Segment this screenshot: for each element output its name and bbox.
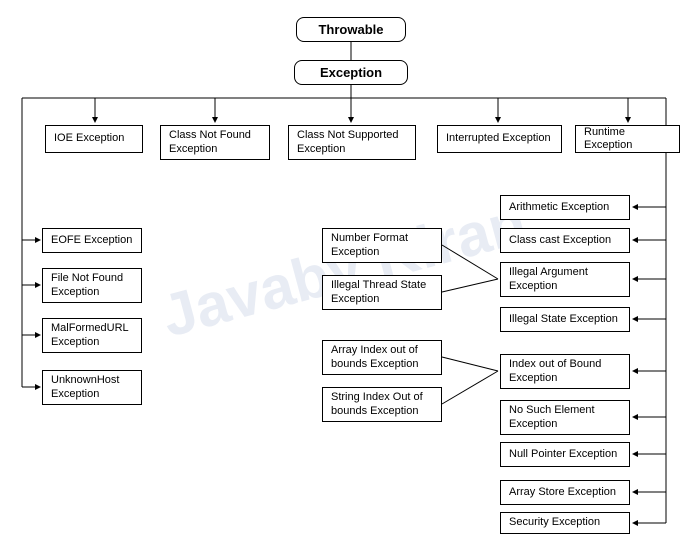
node-eofe: EOFE Exception [42,228,142,253]
node-malformed-url: MalFormedURL Exception [42,318,142,353]
node-class-not-found: Class Not Found Exception [160,125,270,160]
node-arithmetic: Arithmetic Exception [500,195,630,220]
node-null-pointer: Null Pointer Exception [500,442,630,467]
node-number-format: Number Format Exception [322,228,442,263]
node-illegal-argument: Illegal Argument Exception [500,262,630,297]
node-runtime: Runtime Exception [575,125,680,153]
node-interrupted: Interrupted Exception [437,125,562,153]
node-illegal-state: Illegal State Exception [500,307,630,332]
node-string-index-oob: String Index Out of bounds Exception [322,387,442,422]
node-unknown-host: UnknownHost Exception [42,370,142,405]
node-no-such-element: No Such Element Exception [500,400,630,435]
node-throwable: Throwable [296,17,406,42]
node-class-cast: Class cast Exception [500,228,630,253]
watermark: Javaby Kiran [155,187,534,350]
node-ioe-exception: IOE Exception [45,125,143,153]
node-file-not-found: File Not Found Exception [42,268,142,303]
node-security: Security Exception [500,512,630,534]
node-illegal-thread-state: Illegal Thread State Exception [322,275,442,310]
node-array-index-oob: Array Index out of bounds Exception [322,340,442,375]
node-index-out-of-bound: Index out of Bound Exception [500,354,630,389]
node-exception: Exception [294,60,408,85]
node-class-not-supported: Class Not Supported Exception [288,125,416,160]
node-array-store: Array Store Exception [500,480,630,505]
